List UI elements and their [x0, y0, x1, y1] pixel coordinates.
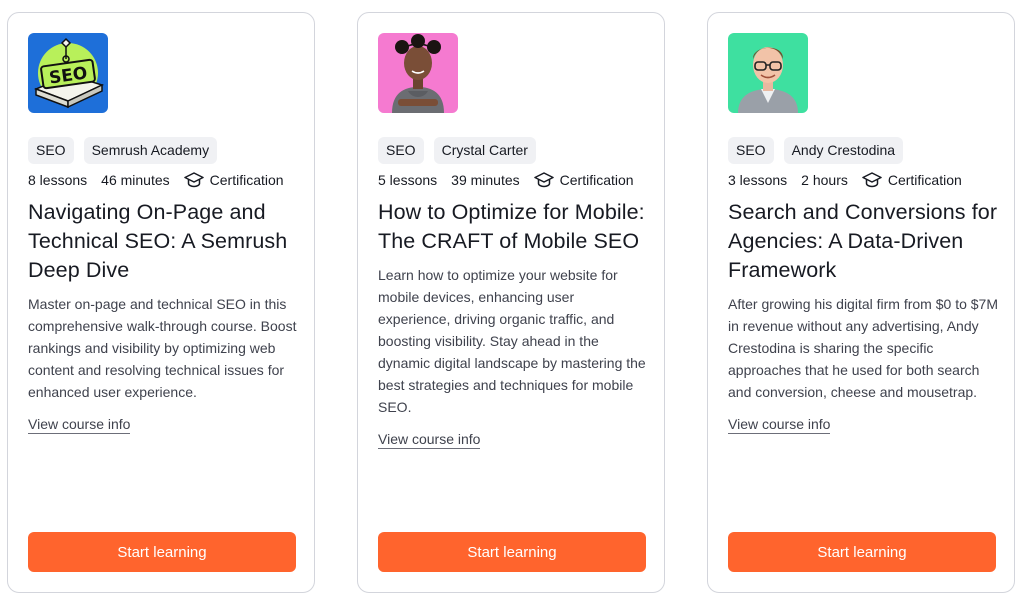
tag-author[interactable]: Crystal Carter [433, 137, 536, 164]
course-thumbnail-seo-illustration: SEO [28, 33, 108, 113]
view-course-info-link[interactable]: View course info [728, 415, 831, 434]
tag-topic[interactable]: SEO [378, 137, 424, 164]
certification-badge: Certification [183, 170, 284, 190]
start-learning-button[interactable]: Start learning [378, 532, 646, 572]
tag-author[interactable]: Semrush Academy [83, 137, 218, 164]
author-photo-andy-crestodina [728, 33, 808, 113]
view-course-info-link[interactable]: View course info [378, 430, 481, 449]
course-title: Navigating On-Page and Technical SEO: A … [28, 200, 288, 282]
course-duration: 46 minutes [101, 172, 170, 188]
course-card: SEO Andy Crestodina 3 lessons 2 hours Ce… [707, 12, 1015, 593]
lessons-count: 8 lessons [28, 172, 88, 188]
certification-badge: Certification [533, 170, 634, 190]
tag-topic[interactable]: SEO [28, 137, 74, 164]
course-duration: 39 minutes [451, 172, 520, 188]
course-description: Learn how to optimize your website for m… [378, 267, 646, 415]
certification-label: Certification [887, 172, 962, 188]
tag-list: SEO Andy Crestodina [728, 137, 998, 164]
course-card: SEO Crystal Carter 5 lessons 39 minutes … [357, 12, 665, 593]
start-learning-button[interactable]: Start learning [728, 532, 996, 572]
course-duration: 2 hours [801, 172, 848, 188]
course-title: Search and Conversions for Agencies: A D… [728, 200, 998, 282]
view-course-info-link[interactable]: View course info [28, 415, 131, 434]
start-learning-button[interactable]: Start learning [28, 532, 296, 572]
course-meta: 3 lessons 2 hours Certification [728, 170, 998, 190]
graduation-cap-icon [183, 172, 204, 188]
course-description: After growing his digital firm from $0 t… [728, 296, 998, 400]
graduation-cap-icon [533, 172, 554, 188]
certification-label: Certification [559, 172, 634, 188]
course-meta: 8 lessons 46 minutes Certification [28, 170, 298, 190]
lessons-count: 5 lessons [378, 172, 438, 188]
tag-list: SEO Semrush Academy [28, 137, 298, 164]
lessons-count: 3 lessons [728, 172, 788, 188]
tag-topic[interactable]: SEO [728, 137, 774, 164]
course-description: Master on-page and technical SEO in this… [28, 296, 297, 400]
graduation-cap-icon [862, 172, 882, 188]
tag-author[interactable]: Andy Crestodina [783, 137, 904, 164]
certification-label: Certification [209, 172, 284, 188]
course-card-grid: SEO SEO Semrush Academy 8 lessons 46 min… [0, 0, 1025, 604]
tag-list: SEO Crystal Carter [378, 137, 648, 164]
author-photo-crystal-carter [378, 33, 458, 113]
course-meta: 5 lessons 39 minutes Certification [378, 170, 648, 190]
course-title: How to Optimize for Mobile: The CRAFT of… [378, 200, 645, 253]
course-card: SEO SEO Semrush Academy 8 lessons 46 min… [7, 12, 315, 593]
certification-badge: Certification [862, 170, 962, 190]
